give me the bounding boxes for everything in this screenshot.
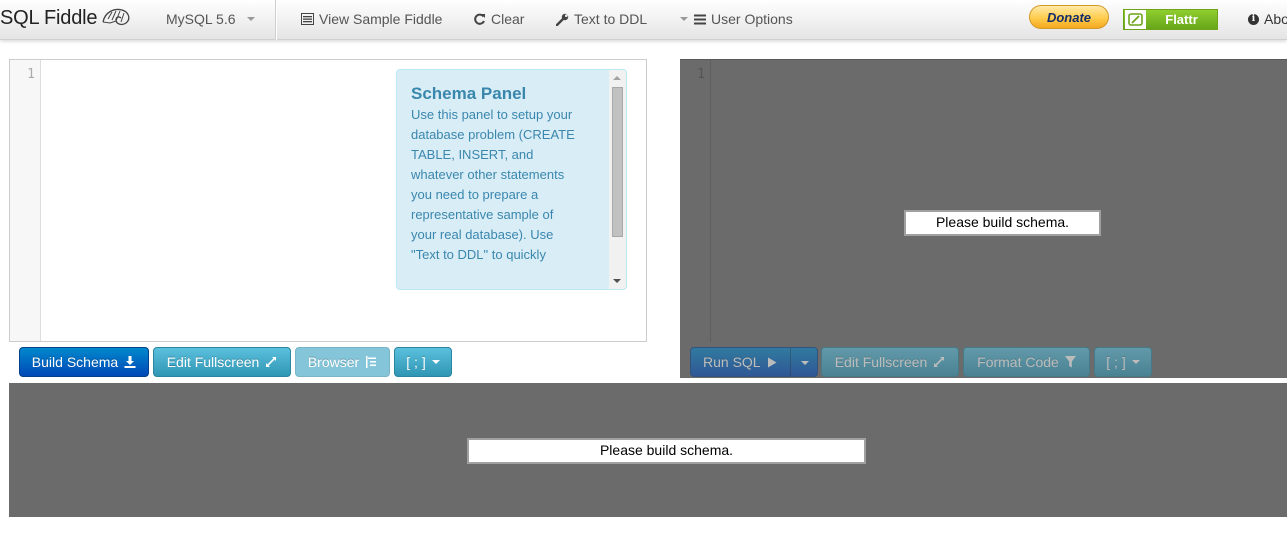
clear-link[interactable]: Clear — [473, 11, 524, 27]
db-version-dropdown[interactable]: MySQL 5.6 — [166, 11, 255, 27]
brand[interactable]: SQL Fiddle — [0, 7, 132, 30]
brand-title: SQL Fiddle — [0, 7, 98, 29]
user-options-label: User Options — [711, 11, 793, 27]
sql-editor[interactable]: 1 Please build schema. — [680, 59, 1287, 342]
download-icon — [124, 356, 136, 368]
refresh-icon — [474, 13, 485, 25]
sql-panel-message: Please build schema. — [904, 210, 1101, 236]
chevron-down-icon[interactable] — [801, 361, 809, 365]
chevron-down-icon — [431, 360, 440, 364]
results-message: Please build schema. — [467, 438, 866, 464]
schema-help-title: Schema Panel — [411, 84, 527, 103]
donate-label: Donate — [1046, 9, 1092, 25]
chevron-down-icon — [680, 17, 688, 21]
help-scrollbar[interactable] — [609, 70, 626, 289]
expand-icon — [266, 357, 277, 367]
play-icon — [767, 357, 777, 367]
schema-edit-fullscreen-button[interactable]: Edit Fullscreen — [153, 347, 291, 377]
flattr-label: Flattr — [1165, 12, 1198, 27]
expand-icon — [934, 357, 945, 367]
line-number: 1 — [697, 67, 705, 82]
run-sql-button[interactable]: Run SQL — [690, 347, 818, 377]
line-number: 1 — [27, 67, 35, 82]
flattr-icon — [1125, 10, 1146, 29]
run-sql-label: Run SQL — [703, 354, 761, 370]
view-sample-fiddle-label: View Sample Fiddle — [319, 11, 443, 27]
scroll-down-arrow-icon[interactable] — [613, 279, 621, 283]
schema-line-gutter: 1 — [10, 60, 41, 341]
view-sample-fiddle-link[interactable]: View Sample Fiddle — [301, 11, 442, 27]
wrench-icon — [556, 13, 569, 26]
info-icon: i — [1248, 13, 1259, 25]
sql-edit-fullscreen-label: Edit Fullscreen — [834, 354, 928, 370]
text-to-ddl-link[interactable]: Text to DDL — [556, 11, 647, 27]
schema-help-text: Use this panel to setup your database pr… — [411, 107, 575, 262]
list-icon — [301, 13, 314, 25]
schema-terminator-label: [ ; ] — [406, 354, 426, 370]
db-version-label: MySQL 5.6 — [166, 11, 236, 27]
flattr-button[interactable]: Flattr — [1123, 9, 1218, 30]
navbar: SQL Fiddle MySQL 5.6 View Sample Fiddle … — [0, 0, 1287, 40]
tree-indent-icon — [366, 356, 377, 368]
clear-label: Clear — [491, 11, 525, 27]
sql-line-gutter: 1 — [680, 60, 711, 342]
about-label: Abo — [1264, 11, 1287, 27]
build-schema-label: Build Schema — [31, 354, 119, 370]
sql-terminator-dropdown[interactable]: [ ; ] — [1094, 347, 1152, 377]
scrollbar-thumb[interactable] — [612, 87, 623, 237]
sql-terminator-label: [ ; ] — [1106, 354, 1126, 370]
user-options-dropdown[interactable]: User Options — [680, 11, 793, 27]
about-link[interactable]: i Abo — [1248, 11, 1287, 27]
scroll-up-arrow-icon[interactable] — [613, 76, 621, 80]
donate-button[interactable]: Donate — [1029, 5, 1109, 29]
split-divider — [790, 348, 791, 376]
nautilus-logo-icon — [102, 8, 130, 25]
filter-icon — [1064, 356, 1076, 368]
format-code-button[interactable]: Format Code — [963, 347, 1090, 377]
chevron-down-icon — [246, 17, 255, 21]
nav-divider — [275, 0, 276, 40]
sql-panel-message-text: Please build schema. — [935, 214, 1070, 230]
chevron-down-icon — [1131, 360, 1140, 364]
schema-editor[interactable]: 1 Schema Panel Use this panel to setup y… — [9, 59, 647, 342]
schema-browser-label: Browser — [307, 354, 360, 370]
results-panel: Please build schema. — [9, 383, 1287, 517]
format-code-label: Format Code — [977, 354, 1059, 370]
results-message-text: Please build schema. — [599, 442, 734, 458]
schema-help-box: Schema Panel Use this panel to setup you… — [396, 69, 627, 290]
schema-edit-fullscreen-label: Edit Fullscreen — [166, 354, 260, 370]
text-to-ddl-label: Text to DDL — [574, 11, 648, 27]
schema-terminator-dropdown[interactable]: [ ; ] — [394, 347, 452, 377]
menu-lines-icon — [694, 14, 706, 24]
schema-browser-button[interactable]: Browser — [295, 347, 390, 377]
build-schema-button[interactable]: Build Schema — [19, 347, 149, 377]
sql-edit-fullscreen-button[interactable]: Edit Fullscreen — [821, 347, 959, 377]
